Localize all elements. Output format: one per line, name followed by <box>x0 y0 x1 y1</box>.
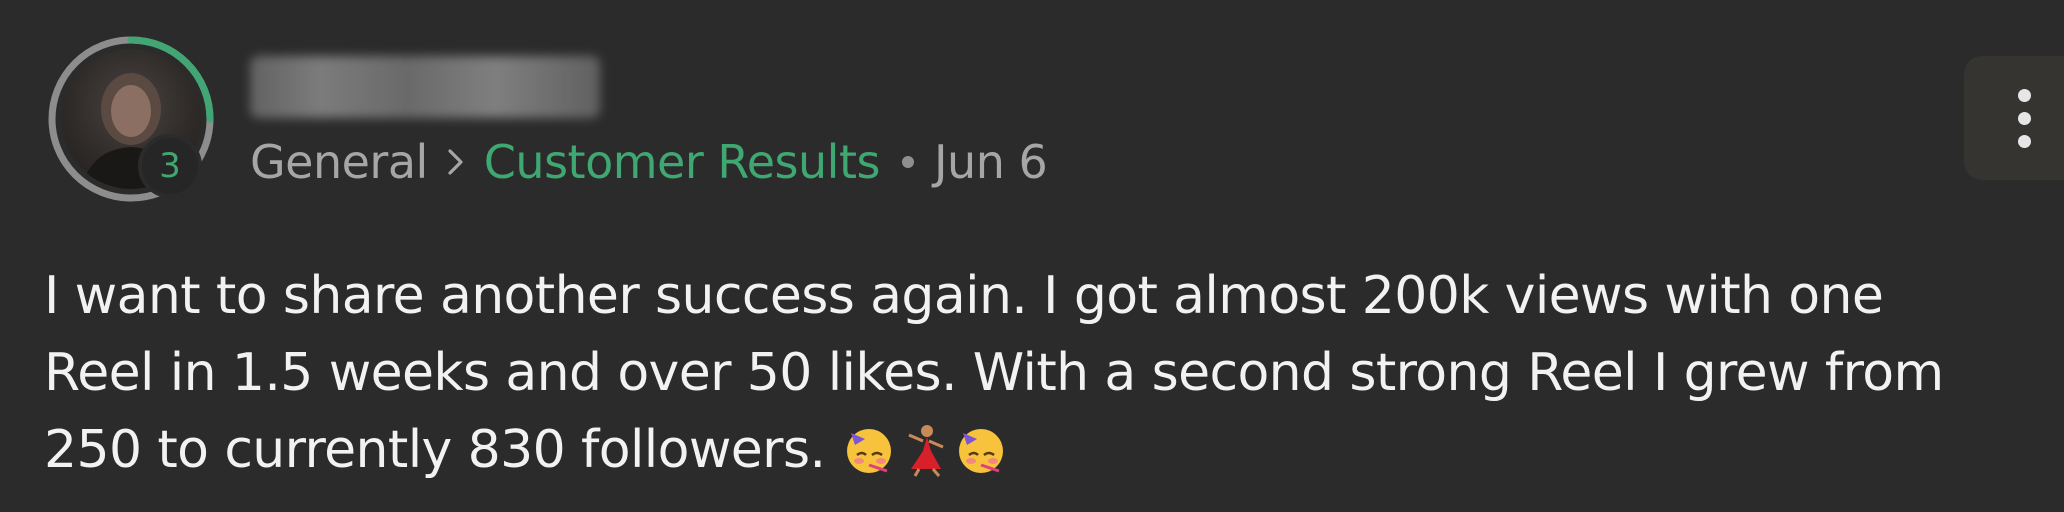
breadcrumb-root[interactable]: General <box>250 135 428 189</box>
post-card: 3 General Customer Results Jun 6 I want … <box>0 0 2064 512</box>
separator-dot <box>901 156 914 168</box>
more-vertical-icon <box>2017 88 2031 148</box>
post-options-button[interactable] <box>1964 56 2064 180</box>
post-date: Jun 6 <box>933 135 1048 189</box>
post-meta: General Customer Results Jun 6 <box>250 130 1048 194</box>
level-badge: 3 <box>138 134 202 198</box>
post-line: I want to share another success again. I… <box>44 266 1884 326</box>
post-line: Reel in 1.5 weeks and over 50 likes. Wit… <box>44 343 1944 403</box>
woman-dancing-emoji <box>897 421 953 477</box>
post-line-text: 250 to currently 830 followers. <box>44 420 826 480</box>
author-avatar[interactable]: 3 <box>46 34 216 204</box>
breadcrumb-category[interactable]: Customer Results <box>484 135 881 189</box>
partying-face-emoji <box>841 421 897 477</box>
author-name-blurred[interactable] <box>250 56 600 118</box>
chevron-right-icon <box>446 147 466 177</box>
post-body: I want to share another success again. I… <box>44 258 2004 489</box>
partying-face-emoji <box>953 421 1009 477</box>
post-line-with-emoji: 250 to currently 830 followers. <box>44 412 2004 489</box>
